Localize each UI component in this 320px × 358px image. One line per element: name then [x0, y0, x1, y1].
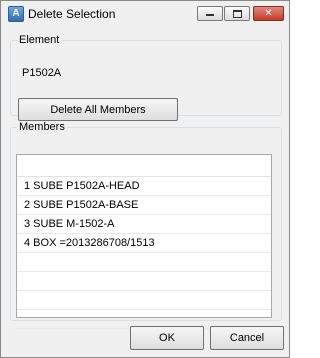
dialog-window: A Delete Selection ✕ Element P1502A Dele…	[0, 0, 290, 358]
element-value: P1502A	[22, 67, 62, 79]
maximize-button[interactable]	[224, 6, 250, 21]
minimize-button[interactable]	[197, 6, 223, 21]
list-item[interactable]: 4 BOX =2013286708/1513	[17, 234, 271, 253]
list-item[interactable]: 1 SUBE P1502A-HEAD	[17, 177, 271, 196]
element-legend: Element	[19, 34, 60, 46]
window-title: Delete Selection	[28, 7, 116, 21]
members-legend: Members	[19, 121, 65, 133]
close-icon: ✕	[264, 8, 273, 19]
list-item-empty[interactable]	[17, 291, 271, 310]
cancel-button[interactable]: Cancel	[210, 326, 284, 350]
maximize-icon	[232, 10, 242, 18]
element-group: Element P1502A Delete All Members	[10, 34, 282, 121]
list-header	[17, 155, 271, 177]
title-bar[interactable]: A Delete Selection ✕	[1, 1, 289, 28]
app-icon: A	[8, 6, 24, 22]
ok-button[interactable]: OK	[130, 326, 204, 350]
list-item[interactable]: 2 SUBE P1502A-BASE	[17, 196, 271, 215]
list-item-empty[interactable]	[17, 272, 271, 291]
minimize-icon	[206, 14, 214, 16]
list-item-empty[interactable]	[17, 253, 271, 272]
members-group: Members 1 SUBE P1502A-HEAD 2 SUBE P1502A…	[10, 121, 282, 329]
list-item[interactable]: 3 SUBE M-1502-A	[17, 215, 271, 234]
delete-all-members-button[interactable]: Delete All Members	[18, 98, 178, 121]
close-button[interactable]: ✕	[253, 6, 284, 21]
members-list[interactable]: 1 SUBE P1502A-HEAD 2 SUBE P1502A-BASE 3 …	[16, 154, 272, 329]
